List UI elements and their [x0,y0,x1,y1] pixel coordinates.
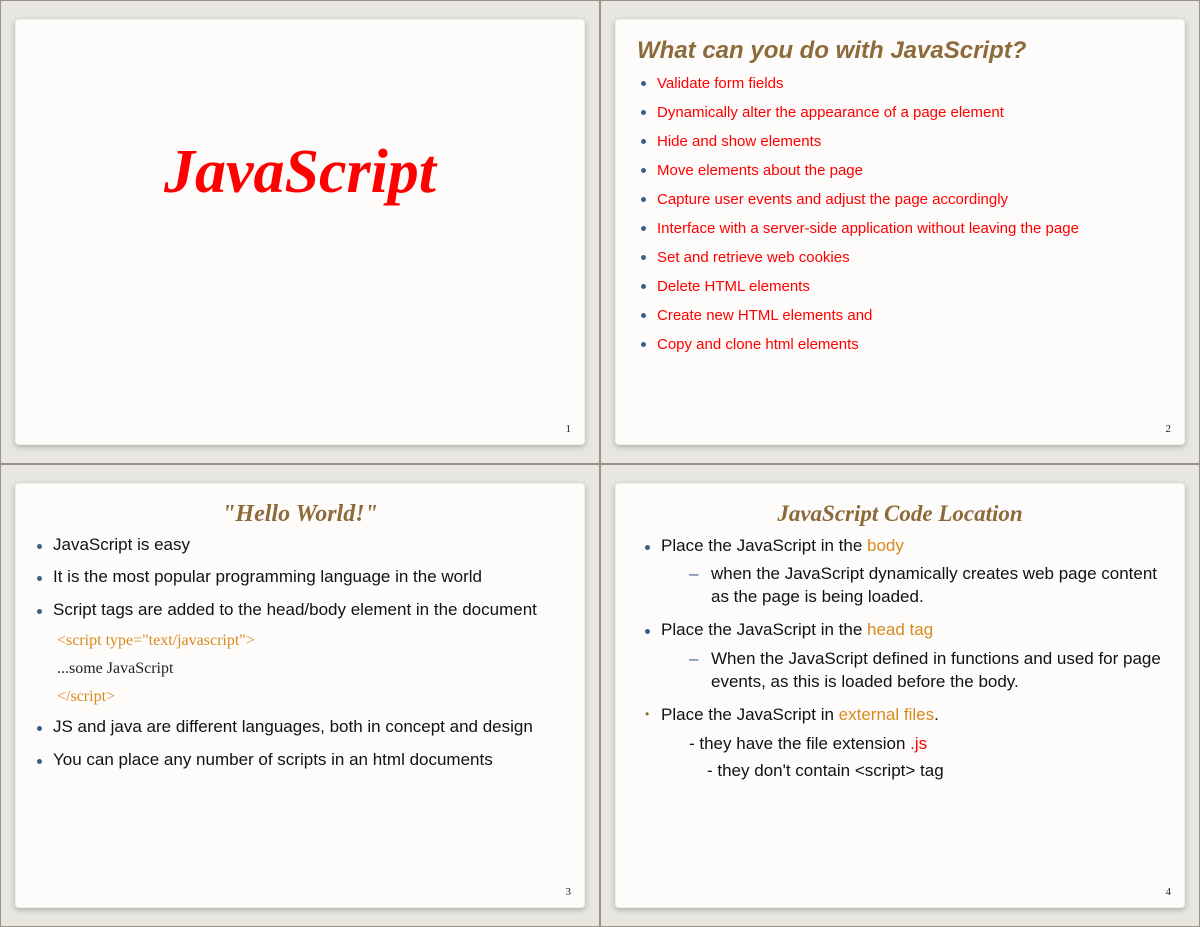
list-item: Place the JavaScript in the body [641,535,1163,558]
cell-4: JavaScript Code Location Place the JavaS… [600,464,1200,927]
slide2-list: Validate form fields Dynamically alter t… [637,73,1163,355]
slide3-title: "Hello World!" [37,501,563,528]
text: Place the JavaScript in [661,705,839,724]
slide2-pagenum: 2 [1166,423,1172,435]
slide4-list: Place the JavaScript in the body when th… [637,535,1163,783]
highlight: .js [910,734,927,753]
cell-1: JavaScript 1 [0,0,600,464]
slide1-pagenum: 1 [566,423,572,435]
highlight: external files [839,705,934,724]
sublist: when the JavaScript dynamically creates … [641,563,1163,609]
list-item: JavaScript is easy [37,534,563,557]
code-open-tag: <script type="text/javascript"> [57,632,563,650]
code-close-tag: </script> [57,688,563,706]
sublist: When the JavaScript defined in functions… [641,648,1163,694]
sub-item: When the JavaScript defined in functions… [689,648,1163,694]
list-item: Dynamically alter the appearance of a pa… [641,102,1163,123]
slide-4: JavaScript Code Location Place the JavaS… [615,483,1185,909]
slide-3: "Hello World!" JavaScript is easy It is … [15,483,585,909]
list-item: It is the most popular programming langu… [37,566,563,589]
slide3-pagenum: 3 [566,886,572,898]
list-item: Delete HTML elements [641,276,1163,297]
sub-item: - they have the file extension .js [689,733,1163,756]
list-item: Move elements about the page [641,160,1163,181]
text: Place the JavaScript in the [661,536,867,555]
list-item: Create new HTML elements and [641,305,1163,326]
sub-item: - they don't contain <script> tag [689,760,1163,783]
text: . [934,705,939,724]
slide-grid: JavaScript 1 What can you do with JavaSc… [0,0,1200,927]
cell-2: What can you do with JavaScript? Validat… [600,0,1200,464]
code-block: <script type="text/javascript"> ...some … [57,632,563,706]
list-item: Script tags are added to the head/body e… [37,599,563,622]
slide4-pagenum: 4 [1166,886,1172,898]
list-item: Place the JavaScript in the head tag [641,619,1163,642]
slide4-title: JavaScript Code Location [637,501,1163,527]
highlight: body [867,536,904,555]
list-item: Interface with a server-side application… [641,218,1163,239]
list-item: Copy and clone html elements [641,334,1163,355]
list-item: JS and java are different languages, bot… [37,716,563,739]
list-item: Capture user events and adjust the page … [641,189,1163,210]
slide-2: What can you do with JavaScript? Validat… [615,19,1185,445]
highlight: head tag [867,620,933,639]
list-item: Validate form fields [641,73,1163,94]
text: Place the JavaScript in the [661,620,867,639]
slide1-title: JavaScript [37,137,563,208]
cell-3: "Hello World!" JavaScript is easy It is … [0,464,600,927]
list-item: Set and retrieve web cookies [641,247,1163,268]
list-item: Place the JavaScript in external files. [641,704,1163,727]
sublist: - they have the file extension .js - the… [641,733,1163,783]
list-item: Hide and show elements [641,131,1163,152]
sub-item: when the JavaScript dynamically creates … [689,563,1163,609]
code-body: ...some JavaScript [57,660,563,678]
slide3-list-top: JavaScript is easy It is the most popula… [37,534,563,623]
slide-1: JavaScript 1 [15,19,585,445]
slide3-list-bottom: JS and java are different languages, bot… [37,716,563,772]
list-item: You can place any number of scripts in a… [37,749,563,772]
text: - they have the file extension [689,734,910,753]
slide2-title: What can you do with JavaScript? [637,37,1163,65]
